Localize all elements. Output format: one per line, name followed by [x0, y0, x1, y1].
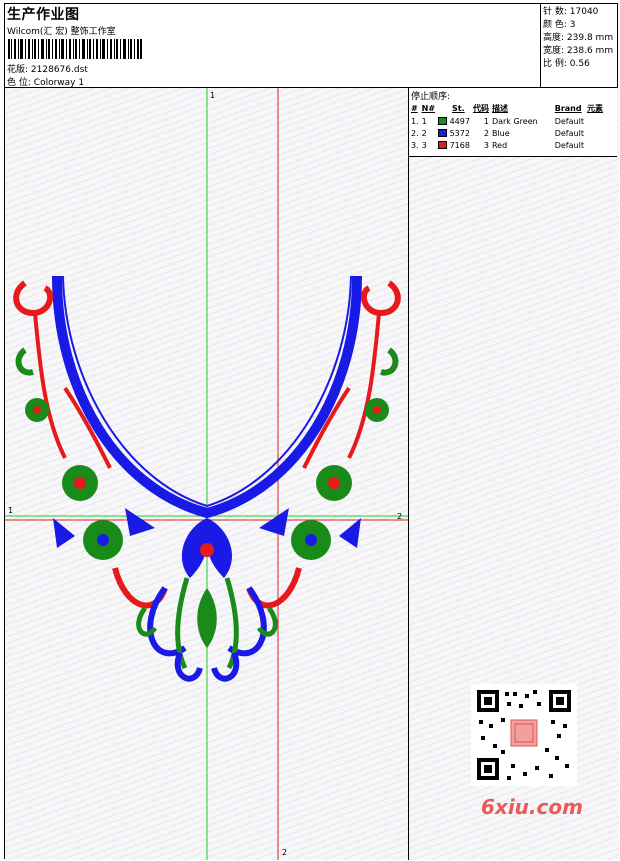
table-row: 3. 3 7168 3 Red Default: [411, 140, 584, 150]
stop-sequence-title: 停止顺序:: [411, 92, 451, 102]
colorway-value: Colorway 1: [33, 78, 85, 88]
guide-label-left: 1: [8, 506, 14, 515]
left-ornament: [13, 280, 190, 670]
guide-label-top: 1: [210, 91, 216, 100]
stop-sequence-table: # N# St. 代码 描述 Brand 元素 1. 1 4497 1 Dark…: [411, 102, 606, 151]
embroidery-design: [5, 88, 408, 860]
design-canvas: 1 2 1 2: [5, 88, 409, 860]
design-file-label: 花版:: [7, 65, 29, 75]
guide-label-right: 2: [397, 512, 403, 521]
watermark: 6xiu.com: [481, 795, 583, 819]
color-swatch: [438, 117, 448, 125]
header-info: 生产作业图 Wilcom(汇 宏) 整饰工作室 花版: 2128676.dst …: [5, 4, 541, 88]
colorway-label: 色 位:: [7, 78, 31, 88]
right-ornament: [224, 280, 401, 670]
table-row: 1. 1 4497 1 Dark Green Default: [411, 116, 584, 126]
production-sheet: 生产作业图 Wilcom(汇 宏) 整饰工作室 花版: 2128676.dst …: [4, 3, 619, 860]
color-swatch: [438, 129, 448, 137]
stat-scale: 比 例: 0.56: [543, 59, 590, 69]
color-swatch: [438, 141, 448, 149]
colorway-row: 色 位: Colorway 1: [7, 75, 84, 88]
stat-width: 宽度: 238.6 mm: [543, 46, 614, 56]
stats-box: 针 数: 17040 颜 色: 3 高度: 239.8 mm 宽度: 238.6…: [541, 4, 617, 88]
stat-stitches: 针 数: 17040: [543, 7, 599, 17]
guide-label-bottom: 2: [282, 848, 288, 857]
sheet-title: 生产作业图: [7, 7, 80, 23]
barcode: [8, 39, 142, 59]
sheet-subtitle: Wilcom(汇 宏) 整饰工作室: [7, 27, 116, 37]
side-panel: 停止顺序: # N# St. 代码 描述 Brand 元素 1. 1 4497 …: [409, 88, 619, 860]
table-row: 2. 2 5372 2 Blue Default: [411, 128, 584, 138]
stop-table-header: # N# St. 代码 描述 Brand 元素: [411, 104, 603, 113]
stop-sequence-box: 停止顺序: # N# St. 代码 描述 Brand 元素 1. 1 4497 …: [409, 88, 617, 157]
design-file-value: 2128676.dst: [30, 65, 88, 75]
stat-height: 高度: 239.8 mm: [543, 33, 614, 43]
design-file-row: 花版: 2128676.dst: [7, 62, 88, 75]
stat-colors: 颜 色: 3: [543, 20, 576, 30]
qr-code: [471, 684, 577, 786]
